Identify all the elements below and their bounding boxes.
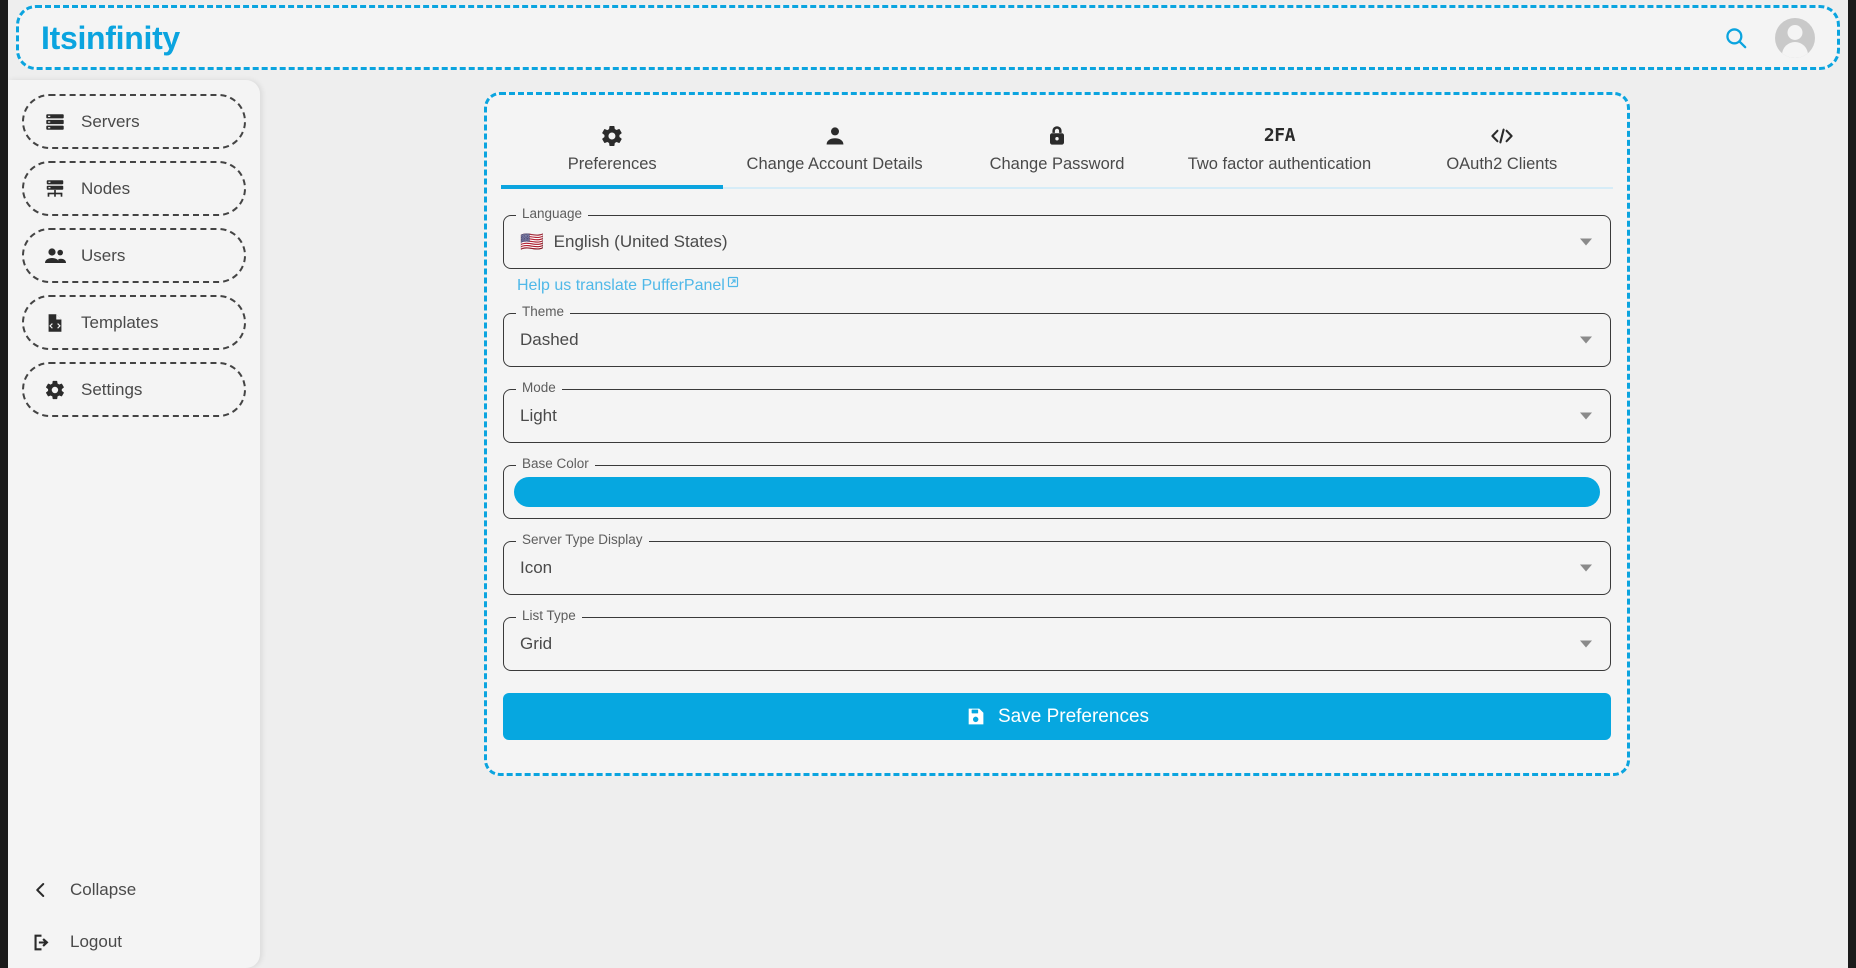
2fa-glyph-icon: 2FA bbox=[1263, 123, 1296, 149]
chevron-down-icon[interactable] bbox=[1580, 640, 1592, 648]
collapse-button[interactable]: Collapse bbox=[22, 864, 246, 916]
tab-label: Change Password bbox=[989, 154, 1125, 173]
sidebar-item-label: Settings bbox=[81, 379, 143, 399]
chevron-left-icon bbox=[30, 879, 52, 901]
sidebar-item-label: Servers bbox=[81, 111, 140, 131]
sidebar-item-settings[interactable]: Settings bbox=[22, 362, 246, 417]
list-type-select[interactable]: List Type Grid bbox=[503, 609, 1611, 671]
brand-logo[interactable]: Itsinfinity bbox=[41, 22, 180, 54]
tab-label: OAuth2 Clients bbox=[1446, 154, 1558, 173]
sidebar-item-servers[interactable]: Servers bbox=[22, 94, 246, 149]
language-value: English (United States) bbox=[553, 232, 728, 251]
language-select[interactable]: Language 🇺🇸 English (United States) bbox=[503, 207, 1611, 269]
avatar-head bbox=[1787, 24, 1803, 40]
person-icon bbox=[823, 123, 847, 149]
people-icon bbox=[43, 244, 67, 268]
sidebar-item-nodes[interactable]: Nodes bbox=[22, 161, 246, 216]
header-actions bbox=[1719, 17, 1815, 58]
tab-label: Two factor authentication bbox=[1187, 154, 1372, 173]
theme-select[interactable]: Theme Dashed bbox=[503, 305, 1611, 367]
base-color-legend: Base Color bbox=[516, 457, 595, 471]
collapse-label: Collapse bbox=[70, 880, 137, 899]
tab-label: Preferences bbox=[567, 154, 657, 173]
search-icon[interactable] bbox=[1719, 21, 1753, 55]
sidebar-item-label: Templates bbox=[81, 312, 159, 332]
save-preferences-label: Save Preferences bbox=[997, 705, 1150, 727]
lock-icon bbox=[1045, 123, 1069, 149]
preferences-card: Preferences Change Account Details Chang… bbox=[484, 92, 1630, 776]
preferences-form: Language 🇺🇸 English (United States) Help… bbox=[501, 189, 1613, 740]
gear-icon bbox=[600, 123, 624, 149]
tab-change-password[interactable]: Change Password bbox=[946, 109, 1168, 187]
chevron-down-icon[interactable] bbox=[1580, 336, 1592, 344]
sidebar-item-label: Users bbox=[81, 245, 126, 265]
logout-icon bbox=[30, 931, 52, 953]
sidebar: Servers Nodes Users Templates Settings C… bbox=[8, 80, 260, 968]
base-color-swatch[interactable] bbox=[514, 477, 1600, 507]
server-type-display-value: Icon bbox=[520, 558, 553, 577]
tab-label: Change Account Details bbox=[746, 154, 923, 173]
storage-icon bbox=[43, 110, 67, 134]
hub-icon bbox=[43, 177, 67, 201]
list-type-value: Grid bbox=[520, 634, 553, 653]
external-link-icon bbox=[727, 275, 739, 293]
language-legend: Language bbox=[516, 207, 589, 221]
chevron-down-icon[interactable] bbox=[1580, 412, 1592, 420]
avatar[interactable] bbox=[1775, 17, 1815, 58]
flag-icon: 🇺🇸 bbox=[520, 231, 544, 253]
logout-button[interactable]: Logout bbox=[22, 916, 246, 968]
sidebar-footer: Collapse Logout bbox=[22, 864, 246, 968]
server-type-display-legend: Server Type Display bbox=[516, 533, 649, 547]
help-translate-link[interactable]: Help us translate PufferPanel bbox=[517, 277, 725, 295]
avatar-body bbox=[1782, 41, 1808, 58]
sidebar-item-templates[interactable]: Templates bbox=[22, 295, 246, 350]
mode-legend: Mode bbox=[516, 381, 562, 395]
gear-icon bbox=[43, 378, 67, 402]
save-preferences-button[interactable]: Save Preferences bbox=[503, 693, 1611, 740]
translate-row: Help us translate PufferPanel bbox=[517, 275, 1611, 295]
server-type-display-select[interactable]: Server Type Display Icon bbox=[503, 533, 1611, 595]
code-file-icon bbox=[43, 311, 67, 335]
app-header: Itsinfinity bbox=[16, 5, 1840, 70]
theme-legend: Theme bbox=[516, 305, 571, 319]
tab-two-factor-authentication[interactable]: 2FA Two factor authentication bbox=[1168, 109, 1390, 187]
app-viewport: Itsinfinity Servers Nodes Users Template… bbox=[8, 0, 1848, 968]
save-icon bbox=[965, 706, 986, 727]
tab-preferences[interactable]: Preferences bbox=[501, 109, 724, 189]
2fa-text: 2FA bbox=[1263, 125, 1296, 146]
mode-value: Light bbox=[520, 406, 557, 425]
tab-oauth2-clients[interactable]: OAuth2 Clients bbox=[1391, 109, 1613, 187]
theme-value: Dashed bbox=[520, 330, 579, 349]
sidebar-item-label: Nodes bbox=[81, 178, 131, 198]
settings-tabs: Preferences Change Account Details Chang… bbox=[501, 109, 1613, 189]
language-value-wrap: 🇺🇸 English (United States) bbox=[520, 232, 728, 252]
logout-label: Logout bbox=[70, 932, 122, 951]
sidebar-item-users[interactable]: Users bbox=[22, 228, 246, 283]
mode-select[interactable]: Mode Light bbox=[503, 381, 1611, 443]
code-icon bbox=[1489, 123, 1515, 149]
tab-change-account-details[interactable]: Change Account Details bbox=[723, 109, 945, 187]
chevron-down-icon[interactable] bbox=[1580, 564, 1592, 572]
base-color-field[interactable]: Base Color bbox=[503, 457, 1611, 519]
chevron-down-icon[interactable] bbox=[1580, 238, 1592, 246]
list-type-legend: List Type bbox=[516, 609, 582, 623]
